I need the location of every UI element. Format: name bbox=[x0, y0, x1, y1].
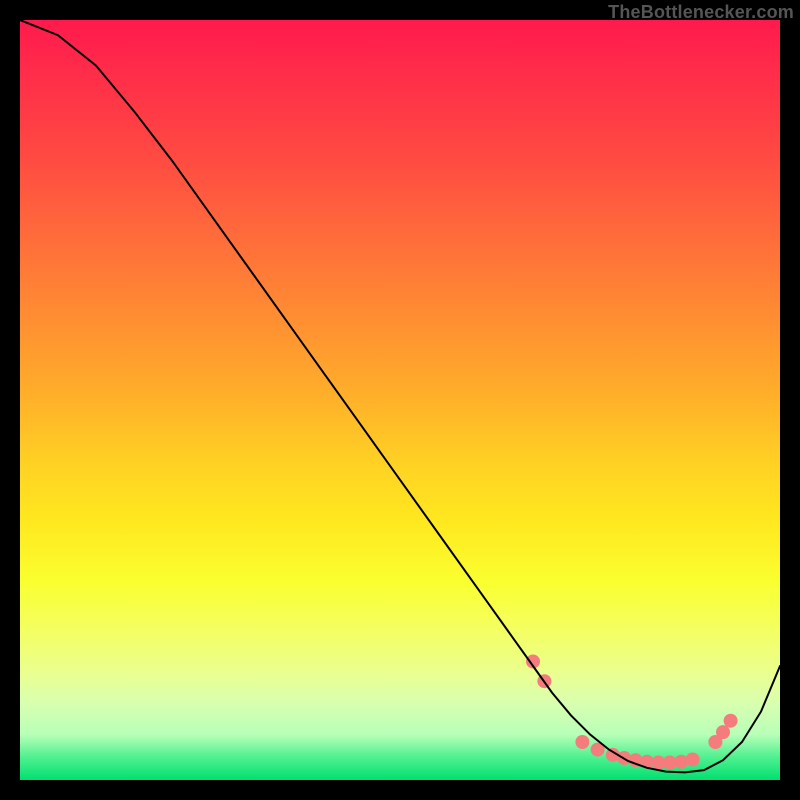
data-dot bbox=[575, 735, 589, 749]
data-dot bbox=[686, 752, 700, 766]
bottleneck-curve bbox=[20, 20, 780, 772]
data-dot bbox=[724, 714, 738, 728]
chart-svg bbox=[20, 20, 780, 780]
plot-area bbox=[20, 20, 780, 780]
watermark-text: TheBottlenecker.com bbox=[608, 2, 794, 23]
data-dot bbox=[716, 725, 730, 739]
data-dots bbox=[526, 654, 738, 769]
chart-frame: TheBottlenecker.com bbox=[0, 0, 800, 800]
